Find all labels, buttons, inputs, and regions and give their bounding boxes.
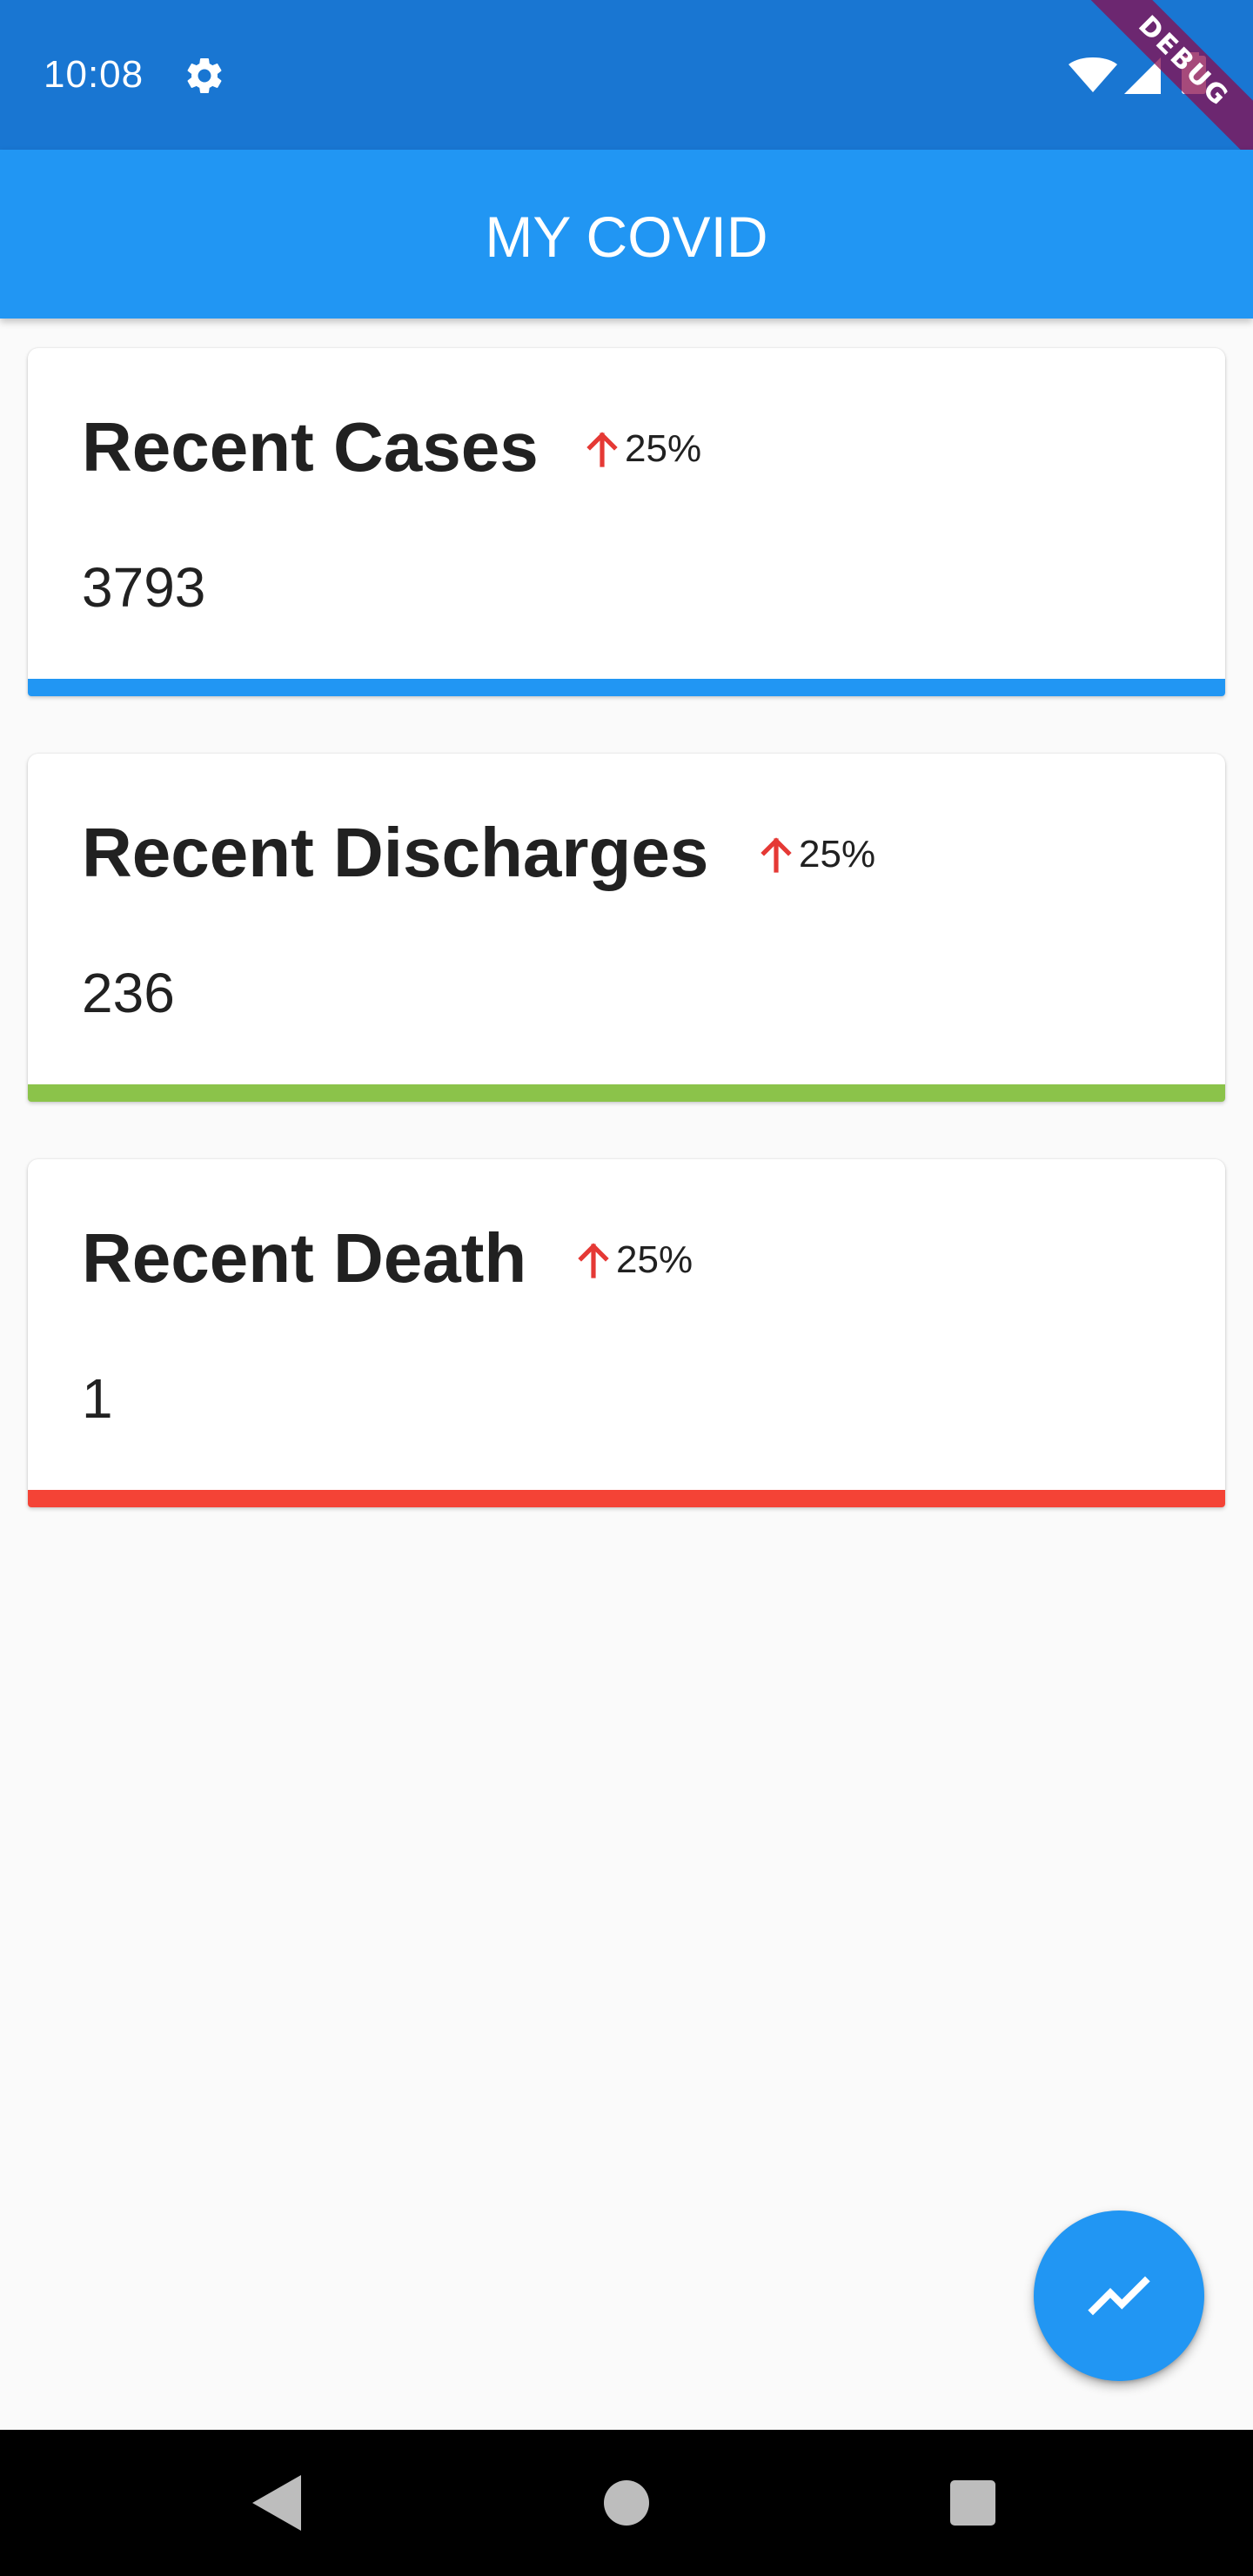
arrow-up-icon <box>578 1243 609 1278</box>
home-icon[interactable] <box>604 2480 649 2526</box>
card-value: 1 <box>82 1367 113 1430</box>
chart-fab-button[interactable] <box>1034 2210 1204 2381</box>
trend-value: 25% <box>616 1238 694 1281</box>
signal-icon <box>1124 57 1161 94</box>
status-bar: 10:08 DEBUG <box>0 0 1253 170</box>
card-value: 236 <box>82 962 175 1024</box>
trend-value: 25% <box>799 833 876 875</box>
card-accent-bar <box>28 1084 1225 1102</box>
wifi-icon <box>1069 57 1117 92</box>
trend-value: 25% <box>625 427 702 470</box>
card-accent-bar <box>28 679 1225 696</box>
gear-icon <box>187 57 222 93</box>
recents-icon[interactable] <box>950 2480 995 2526</box>
trending-up-icon <box>1088 2276 1150 2316</box>
card-recent-cases[interactable]: Recent Cases 25% 3793 <box>28 348 1225 696</box>
trend-indicator: 25% <box>585 428 701 470</box>
card-recent-discharges[interactable]: Recent Discharges 25% 236 <box>28 754 1225 1102</box>
card-title: Recent Cases <box>82 408 539 486</box>
arrow-up-icon <box>586 432 618 467</box>
card-value: 3793 <box>82 556 206 619</box>
status-time: 10:08 <box>44 53 144 96</box>
trend-indicator: 25% <box>576 1239 693 1281</box>
card-title: Recent Death <box>82 1219 527 1297</box>
card-recent-death[interactable]: Recent Death 25% 1 <box>28 1159 1225 1507</box>
back-icon[interactable] <box>252 2475 301 2531</box>
app-bar: MY COVID <box>0 150 1253 319</box>
arrow-up-icon <box>761 837 792 873</box>
trend-indicator: 25% <box>759 834 875 875</box>
battery-icon <box>1182 52 1206 94</box>
card-title: Recent Discharges <box>82 814 709 891</box>
card-accent-bar <box>28 1490 1225 1507</box>
navigation-bar <box>0 2430 1253 2576</box>
page-title: MY COVID <box>485 205 768 269</box>
